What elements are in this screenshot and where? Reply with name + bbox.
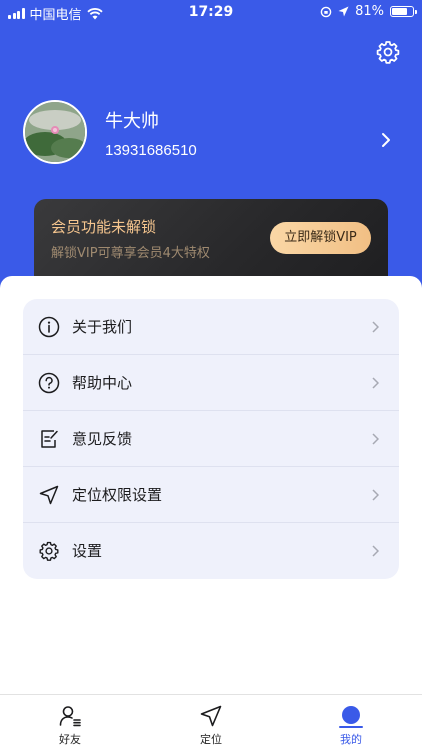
user-phone: 13931686510 <box>105 142 197 159</box>
menu-card: 关于我们 帮助中心 意见反馈 定位权限设置 设置 <box>23 299 399 579</box>
menu-item-label: 设置 <box>72 542 103 560</box>
active-tab-underline <box>339 726 363 728</box>
tab-friends[interactable]: 好友 <box>20 695 120 751</box>
chevron-right-icon <box>372 545 379 557</box>
chevron-right-icon <box>372 433 379 445</box>
gear-icon <box>39 541 59 561</box>
avatar[interactable] <box>23 100 87 164</box>
menu-item-help[interactable]: 帮助中心 <box>23 355 399 411</box>
tab-label: 定位 <box>200 733 222 746</box>
tab-bar: 好友 定位 我的 <box>0 694 422 750</box>
user-name: 牛大帅 <box>105 111 159 132</box>
chevron-right-icon[interactable] <box>380 132 392 148</box>
menu-item-about[interactable]: 关于我们 <box>23 299 399 355</box>
location-arrow-icon <box>39 485 59 505</box>
tab-location[interactable]: 定位 <box>161 695 261 751</box>
gear-icon[interactable] <box>375 39 401 65</box>
location-services-icon <box>338 6 349 17</box>
friends-icon <box>59 706 81 727</box>
profile-dot-icon <box>342 706 360 724</box>
menu-item-label: 意见反馈 <box>72 430 133 448</box>
tab-mine[interactable]: 我的 <box>301 695 401 751</box>
vip-title: 会员功能未解锁 <box>51 218 157 236</box>
question-icon <box>38 372 60 394</box>
profile-row[interactable]: 牛大帅 13931686510 <box>0 100 422 166</box>
tab-label: 好友 <box>59 733 81 746</box>
location-arrow-icon <box>200 705 222 727</box>
chevron-right-icon <box>372 377 379 389</box>
menu-item-label: 定位权限设置 <box>72 486 163 504</box>
vip-subtitle: 解锁VIP可尊享会员4大特权 <box>51 246 210 261</box>
info-icon <box>38 316 60 338</box>
battery-icon <box>390 6 417 17</box>
unlock-vip-button[interactable]: 立即解锁VIP <box>270 222 371 254</box>
menu-item-label: 帮助中心 <box>72 374 133 392</box>
rotation-lock-icon <box>320 6 332 17</box>
battery-fill <box>392 8 407 15</box>
status-bar: 中国电信 17:29 81% <box>0 0 422 24</box>
status-right: 81% <box>320 4 417 19</box>
menu-item-location-permission[interactable]: 定位权限设置 <box>23 467 399 523</box>
battery-percent: 81% <box>355 4 384 19</box>
menu-item-feedback[interactable]: 意见反馈 <box>23 411 399 467</box>
tab-label: 我的 <box>340 733 362 746</box>
chevron-right-icon <box>372 321 379 333</box>
feedback-icon <box>41 430 58 448</box>
menu-item-label: 关于我们 <box>72 318 133 336</box>
avatar-image <box>25 102 85 162</box>
vip-banner: 会员功能未解锁 解锁VIP可尊享会员4大特权 立即解锁VIP <box>34 199 388 281</box>
menu-item-settings[interactable]: 设置 <box>23 523 399 579</box>
chevron-right-icon <box>372 489 379 501</box>
